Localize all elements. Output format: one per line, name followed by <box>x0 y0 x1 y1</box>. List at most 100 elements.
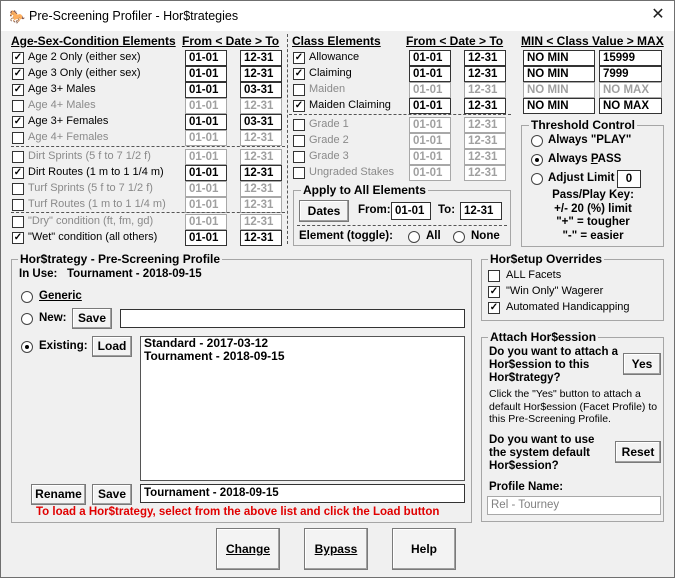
asc-checkbox[interactable] <box>12 216 24 228</box>
class-from-input[interactable]: 01-01 <box>409 133 451 149</box>
column-separator <box>287 34 288 244</box>
asc-from-input[interactable]: 01-01 <box>185 82 227 98</box>
class-from-input[interactable]: 01-01 <box>409 50 451 66</box>
always-pass-radio[interactable] <box>531 154 543 166</box>
asc-checkbox[interactable] <box>12 151 24 163</box>
asc-from-input[interactable]: 01-01 <box>185 149 227 165</box>
asc-from-input[interactable]: 01-01 <box>185 230 227 246</box>
class-label: Claiming <box>309 67 352 79</box>
class-to-input[interactable]: 12-31 <box>464 117 506 133</box>
adjust-limit-radio[interactable] <box>531 173 543 185</box>
help-button[interactable]: Help <box>392 528 456 570</box>
class-max-input[interactable]: 15999 <box>599 50 662 66</box>
profile-save-button[interactable]: Save <box>92 484 132 505</box>
class-min-input[interactable]: NO MIN <box>523 50 595 66</box>
dates-button[interactable]: Dates <box>299 200 349 222</box>
class-min-input[interactable]: NO MIN <box>523 82 595 98</box>
asc-checkbox[interactable]: ✓ <box>12 232 24 244</box>
class-to-input[interactable]: 12-31 <box>464 149 506 165</box>
adjust-limit-input[interactable]: 0 <box>617 170 641 188</box>
override-checkbox[interactable]: ✓ <box>488 286 500 298</box>
asc-from-input[interactable]: 01-01 <box>185 214 227 230</box>
asc-to-input[interactable]: 03-31 <box>240 114 282 130</box>
class-checkbox[interactable] <box>293 135 305 147</box>
bypass-button[interactable]: Bypass <box>304 528 368 570</box>
load-button[interactable]: Load <box>92 336 132 357</box>
class-from-input[interactable]: 01-01 <box>409 117 451 133</box>
strategy-listbox[interactable]: Standard - 2017-03-12 Tournament - 2018-0… <box>140 336 465 481</box>
override-checkbox[interactable]: ✓ <box>488 302 500 314</box>
asc-checkbox[interactable]: ✓ <box>12 84 24 96</box>
close-button[interactable]: ✕ <box>648 6 668 24</box>
asc-to-input[interactable]: 12-31 <box>240 149 282 165</box>
class-to-input[interactable]: 12-31 <box>464 66 506 82</box>
asc-checkbox[interactable]: ✓ <box>12 52 24 64</box>
class-from-input[interactable]: 01-01 <box>409 149 451 165</box>
asc-from-input[interactable]: 01-01 <box>185 66 227 82</box>
apply-from-input[interactable]: 01-01 <box>391 202 431 220</box>
class-checkbox[interactable] <box>293 119 305 131</box>
always-play-radio[interactable] <box>531 135 543 147</box>
asc-to-input[interactable]: 12-31 <box>240 165 282 181</box>
asc-to-input[interactable]: 12-31 <box>240 181 282 197</box>
rename-button[interactable]: Rename <box>31 484 86 505</box>
class-to-input[interactable]: 12-31 <box>464 133 506 149</box>
asc-from-input[interactable]: 01-01 <box>185 197 227 213</box>
asc-to-input[interactable]: 12-31 <box>240 230 282 246</box>
asc-from-input[interactable]: 01-01 <box>185 50 227 66</box>
class-min-input[interactable]: NO MIN <box>523 98 595 114</box>
asc-to-input[interactable]: 12-31 <box>240 98 282 114</box>
class-max-input[interactable]: NO MAX <box>599 98 662 114</box>
override-checkbox[interactable] <box>488 270 500 282</box>
asc-from-input[interactable]: 01-01 <box>185 130 227 146</box>
class-checkbox[interactable]: ✓ <box>293 52 305 64</box>
class-checkbox[interactable]: ✓ <box>293 100 305 112</box>
new-name-input[interactable] <box>120 309 465 328</box>
class-checkbox[interactable] <box>293 84 305 96</box>
asc-checkbox[interactable] <box>12 183 24 195</box>
yes-button[interactable]: Yes <box>623 353 661 375</box>
profile-name-input[interactable]: Tournament - 2018-09-15 <box>140 484 465 503</box>
reset-button[interactable]: Reset <box>615 441 661 463</box>
existing-radio[interactable] <box>21 341 33 353</box>
asc-from-input[interactable]: 01-01 <box>185 98 227 114</box>
class-max-input[interactable]: 7999 <box>599 66 662 82</box>
asc-to-input[interactable]: 12-31 <box>240 66 282 82</box>
asc-from-input[interactable]: 01-01 <box>185 165 227 181</box>
change-button[interactable]: Change <box>216 528 280 570</box>
class-to-input[interactable]: 12-31 <box>464 165 506 181</box>
strategy-list-item[interactable]: Tournament - 2018-09-15 <box>141 350 464 363</box>
toggle-all-radio[interactable] <box>408 231 420 243</box>
asc-from-input[interactable]: 01-01 <box>185 181 227 197</box>
toggle-none-radio[interactable] <box>453 231 465 243</box>
apply-to-input[interactable]: 12-31 <box>460 202 502 220</box>
new-radio[interactable] <box>21 313 33 325</box>
asc-checkbox[interactable]: ✓ <box>12 68 24 80</box>
class-checkbox[interactable] <box>293 151 305 163</box>
asc-checkbox[interactable] <box>12 132 24 144</box>
class-from-input[interactable]: 01-01 <box>409 82 451 98</box>
asc-checkbox[interactable]: ✓ <box>12 116 24 128</box>
asc-checkbox[interactable] <box>12 199 24 211</box>
asc-to-input[interactable]: 12-31 <box>240 197 282 213</box>
generic-radio[interactable] <box>21 291 33 303</box>
class-from-input[interactable]: 01-01 <box>409 66 451 82</box>
class-max-input[interactable]: NO MAX <box>599 82 662 98</box>
class-from-input[interactable]: 01-01 <box>409 165 451 181</box>
asc-to-input[interactable]: 12-31 <box>240 130 282 146</box>
new-save-button[interactable]: Save <box>72 308 112 329</box>
class-checkbox[interactable]: ✓ <box>293 68 305 80</box>
asc-from-input[interactable]: 01-01 <box>185 114 227 130</box>
class-to-input[interactable]: 12-31 <box>464 82 506 98</box>
class-from-input[interactable]: 01-01 <box>409 98 451 114</box>
title-bar[interactable]: 🐎 Pre-Screening Profiler - Hor$trategies… <box>1 1 674 31</box>
asc-to-input[interactable]: 12-31 <box>240 214 282 230</box>
asc-to-input[interactable]: 03-31 <box>240 82 282 98</box>
asc-checkbox[interactable]: ✓ <box>12 167 24 179</box>
asc-to-input[interactable]: 12-31 <box>240 50 282 66</box>
class-min-input[interactable]: NO MIN <box>523 66 595 82</box>
class-checkbox[interactable] <box>293 167 305 179</box>
asc-checkbox[interactable] <box>12 100 24 112</box>
class-to-input[interactable]: 12-31 <box>464 50 506 66</box>
class-to-input[interactable]: 12-31 <box>464 98 506 114</box>
